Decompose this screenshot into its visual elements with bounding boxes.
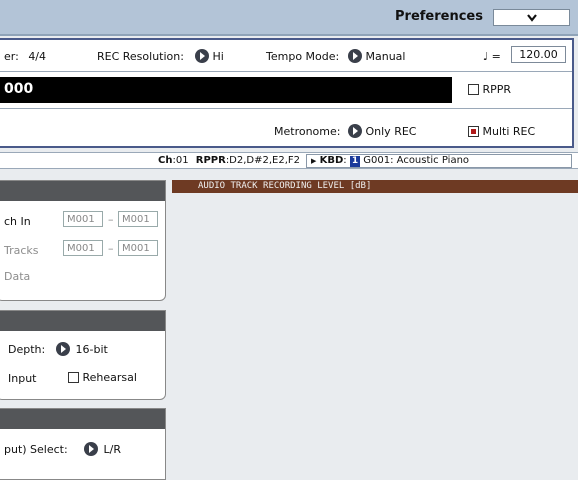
- rppr-status-label: RPPR: [195, 155, 226, 166]
- rec-resolution-select[interactable]: Hi: [195, 49, 224, 63]
- tracks-label: Tracks: [4, 244, 39, 257]
- input-select-dropdown[interactable]: L/R: [84, 442, 121, 456]
- song-name: 000: [4, 81, 34, 97]
- row-divider: [0, 71, 572, 72]
- audio-level-meter-area: [172, 193, 578, 473]
- punch-to-field[interactable]: M001: [118, 211, 158, 227]
- meter-label: er:: [4, 50, 19, 63]
- input-select-value: L/R: [103, 443, 121, 456]
- ch-value: :01: [172, 155, 189, 166]
- rec-resolution-value: Hi: [212, 50, 224, 63]
- tracks-from-field[interactable]: M001: [63, 240, 103, 256]
- bit-depth-value: 16-bit: [75, 343, 108, 356]
- panel-header: [0, 181, 165, 201]
- metronome-value: Only REC: [365, 125, 417, 138]
- rppr-checkbox-box: [468, 84, 479, 95]
- rehearsal-checkbox[interactable]: Rehearsal: [68, 371, 137, 384]
- rehearsal-checkbox-box: [68, 372, 79, 383]
- tempo-mode-value: Manual: [365, 50, 406, 63]
- kbd-label: KBD: [319, 155, 344, 166]
- meter-value[interactable]: 4/4: [28, 50, 46, 63]
- range-dash: –: [108, 213, 114, 226]
- kbd-program-info: ▶ KBD: 1 G001: Acoustic Piano: [311, 155, 469, 167]
- audio-level-title: AUDIO TRACK RECORDING LEVEL [dB]: [198, 181, 372, 191]
- tempo-value-field[interactable]: 120.00: [511, 46, 566, 63]
- punch-from-field[interactable]: M001: [63, 211, 103, 227]
- punch-in-label: ch In: [4, 215, 31, 228]
- input-label: Input: [8, 372, 37, 385]
- arrow-right-icon: [348, 124, 362, 138]
- rec-resolution-label: REC Resolution:: [97, 50, 184, 63]
- rppr-status-value: :D2,D#2,E2,F2: [225, 155, 301, 166]
- title-bar: [0, 0, 578, 34]
- multi-rec-checkbox[interactable]: Multi REC: [468, 125, 535, 138]
- multi-rec-checkbox-box: [468, 126, 479, 137]
- data-label: Data: [4, 270, 31, 283]
- tempo-mode-label: Tempo Mode:: [266, 50, 340, 63]
- page-title: Preferences: [395, 9, 483, 24]
- rppr-label: RPPR: [482, 83, 512, 96]
- metronome-select[interactable]: Only REC: [348, 124, 416, 138]
- tracks-to-field[interactable]: M001: [118, 240, 158, 256]
- chevron-down-icon: [526, 14, 537, 22]
- rec-resolution-param: REC Resolution:: [97, 50, 184, 63]
- bank-badge: 1: [349, 156, 361, 167]
- program-name: G001: Acoustic Piano: [363, 155, 470, 166]
- arrow-right-icon: [195, 49, 209, 63]
- input-select-label: put) Select:: [4, 443, 68, 456]
- meter-param[interactable]: er: 4/4: [4, 50, 46, 63]
- range-dash: –: [108, 242, 114, 255]
- bit-depth-label: Depth:: [8, 343, 46, 356]
- panel-header: [0, 409, 165, 429]
- arrow-right-icon: [84, 442, 98, 456]
- page-menu-button[interactable]: [493, 9, 570, 26]
- channel-status: Ch:01 RPPR:D2,D#2,E2,F2: [158, 155, 300, 166]
- multi-rec-label: Multi REC: [482, 125, 536, 138]
- tempo-mode-select[interactable]: Manual: [348, 49, 405, 63]
- bit-depth-select[interactable]: 16-bit: [56, 342, 108, 356]
- panel-header: [0, 311, 165, 331]
- rehearsal-label: Rehearsal: [82, 371, 137, 384]
- arrow-right-icon: [348, 49, 362, 63]
- row-divider: [0, 108, 572, 109]
- song-name-bar[interactable]: [0, 77, 452, 103]
- rppr-checkbox[interactable]: RPPR: [468, 83, 511, 96]
- tempo-symbol: ♩ =: [483, 50, 501, 63]
- ch-label: Ch: [158, 155, 173, 166]
- metronome-label: Metronome:: [274, 125, 341, 138]
- play-triangle-icon: ▶: [311, 157, 317, 165]
- kbd-separator: :: [343, 155, 347, 166]
- title-divider: [0, 34, 578, 36]
- arrow-right-icon: [56, 342, 70, 356]
